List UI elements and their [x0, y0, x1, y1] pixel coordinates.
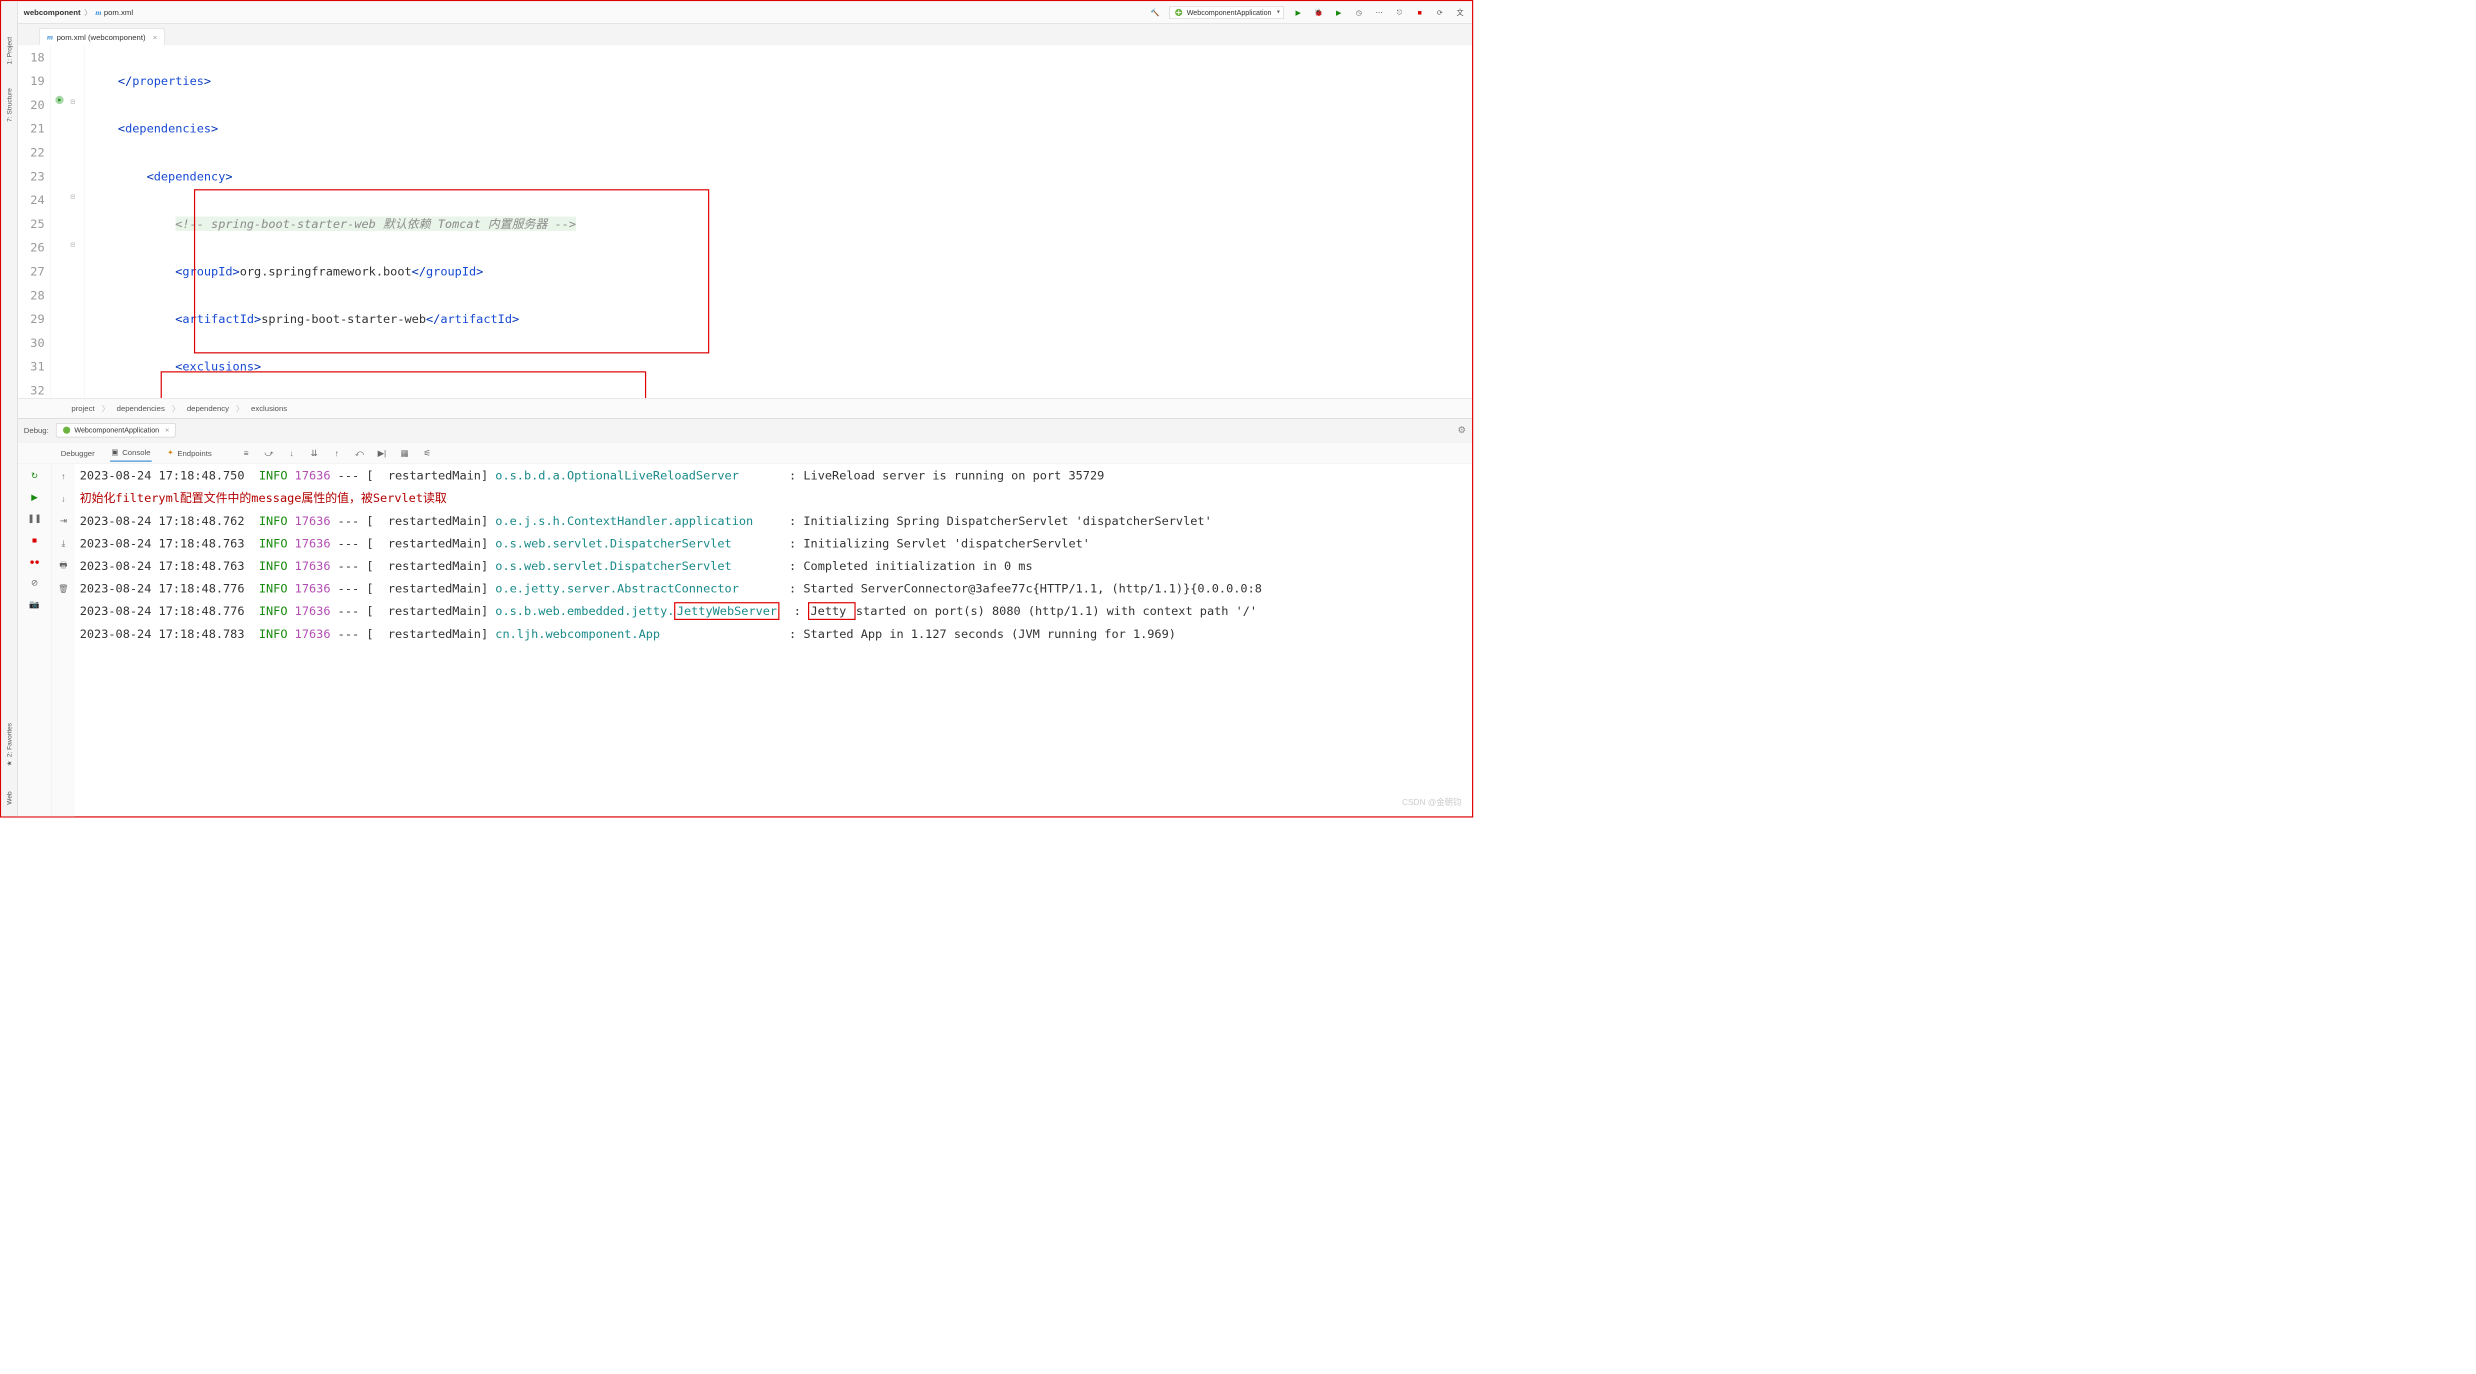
stop-button[interactable]: ■ — [1414, 6, 1426, 18]
attach-button[interactable]: ⎋ — [1393, 6, 1405, 18]
debug-button[interactable]: 🐞 — [1313, 6, 1325, 18]
tab-debugger[interactable]: Debugger — [60, 445, 96, 461]
more-button[interactable]: ⋯ — [1373, 6, 1385, 18]
debug-panel-tabs: Debugger ▣Console ✦Endpoints ≡ ⤻ ↓ ⇊ ↑ ⤺… — [18, 442, 1472, 463]
run-to-cursor-icon[interactable]: ▶| — [375, 446, 389, 460]
down-icon[interactable]: ↓ — [56, 491, 70, 505]
evaluate-icon[interactable]: ▦ — [397, 446, 411, 460]
watermark: CSDN @金朝钧 — [1402, 796, 1461, 808]
force-step-into-icon[interactable]: ⇊ — [307, 446, 321, 460]
gear-icon[interactable]: ⚙ — [1458, 424, 1467, 436]
threads-icon[interactable]: ≡ — [239, 446, 253, 460]
step-over-icon[interactable]: ⤻ — [262, 446, 276, 460]
camera-icon[interactable]: 📷 — [27, 597, 41, 611]
tab-pom[interactable]: m pom.xml (webcomponent) × — [39, 28, 165, 45]
step-out-icon[interactable]: ↑ — [330, 446, 344, 460]
debug-session-tab[interactable]: WebcomponentApplication × — [56, 423, 176, 437]
run-button[interactable]: ▶ — [1292, 6, 1304, 18]
debug-action-column: ↻ ▶ ❚❚ ■ ●● ⊘ 📷 — [18, 464, 51, 817]
build-button[interactable]: 🔨 — [1149, 6, 1161, 18]
web-tool[interactable]: Web — [6, 791, 13, 804]
breadcrumb: webcomponent 〉 mpom.xml — [24, 7, 133, 18]
coverage-button[interactable]: ▶ — [1333, 6, 1345, 18]
close-icon[interactable]: × — [165, 426, 169, 434]
tab-endpoints[interactable]: ✦Endpoints — [166, 444, 213, 461]
left-tool-rail: 1: Project 7: Structure ★2: Favorites We… — [1, 1, 18, 816]
mute-breakpoints-button[interactable]: ⊘ — [27, 576, 41, 590]
up-icon[interactable]: ↑ — [56, 469, 70, 483]
stop-debug-button[interactable]: ■ — [27, 533, 41, 547]
soft-wrap-icon[interactable]: ⇥ — [56, 514, 70, 528]
run-config-name: WebcomponentApplication — [1187, 8, 1272, 16]
resume-button[interactable]: ▶ — [27, 490, 41, 504]
scroll-end-icon[interactable]: ⤓ — [56, 536, 70, 550]
line-gutter: 18192021222324252627282930313233343536 — [18, 45, 51, 398]
drop-frame-icon[interactable]: ⤺ — [352, 446, 366, 460]
code-editor[interactable]: </properties> <dependencies> <dependency… — [84, 45, 1472, 398]
step-into-icon[interactable]: ↓ — [284, 446, 298, 460]
lang-button[interactable]: 文 — [1454, 6, 1466, 18]
crumb-project[interactable]: project — [71, 404, 94, 413]
rerun-button[interactable]: ↻ — [27, 469, 41, 483]
debug-label: Debug: — [24, 426, 49, 435]
pause-button[interactable]: ❚❚ — [27, 511, 41, 525]
crumb-dependencies[interactable]: dependencies — [117, 404, 165, 413]
settings-icon[interactable]: ⚟ — [420, 446, 434, 460]
clear-icon[interactable]: 🗑 — [56, 582, 70, 596]
print-icon[interactable]: 🖶 — [56, 559, 70, 573]
breadcrumb-file[interactable]: mpom.xml — [95, 7, 133, 17]
close-icon[interactable]: × — [153, 32, 158, 41]
structure-tool[interactable]: 7: Structure — [6, 88, 13, 122]
structure-breadcrumb: project〉 dependencies〉 dependency〉 exclu… — [18, 398, 1472, 418]
project-tool[interactable]: 1: Project — [6, 37, 13, 65]
console-output[interactable]: 2023-08-24 17:18:48.750 INFO 17636 --- [… — [75, 464, 1472, 817]
breadcrumb-root[interactable]: webcomponent — [24, 8, 81, 17]
run-gutter — [51, 45, 68, 398]
editor-tabs: m pom.xml (webcomponent) × — [18, 24, 1472, 45]
debug-toolbar: Debug: WebcomponentApplication × ⚙ — [18, 418, 1472, 442]
crumb-exclusions[interactable]: exclusions — [251, 404, 287, 413]
run-config-select[interactable]: WebcomponentApplication — [1169, 6, 1284, 19]
crumb-dependency[interactable]: dependency — [187, 404, 229, 413]
tab-console[interactable]: ▣Console — [110, 444, 152, 462]
top-toolbar: webcomponent 〉 mpom.xml 🔨 WebcomponentAp… — [18, 1, 1472, 24]
tab-label: pom.xml (webcomponent) — [57, 32, 146, 41]
fold-column: ⊟ ⊟ ⊟ ⊟ — [68, 45, 85, 398]
console-action-column: ↑ ↓ ⇥ ⤓ 🖶 🗑 — [51, 464, 75, 817]
profile-button[interactable]: ◷ — [1353, 6, 1365, 18]
gutter-run-icon[interactable] — [55, 95, 65, 105]
update-button[interactable]: ⟳ — [1434, 6, 1446, 18]
favorites-tool[interactable]: ★2: Favorites — [6, 723, 13, 767]
view-breakpoints-button[interactable]: ●● — [27, 554, 41, 568]
